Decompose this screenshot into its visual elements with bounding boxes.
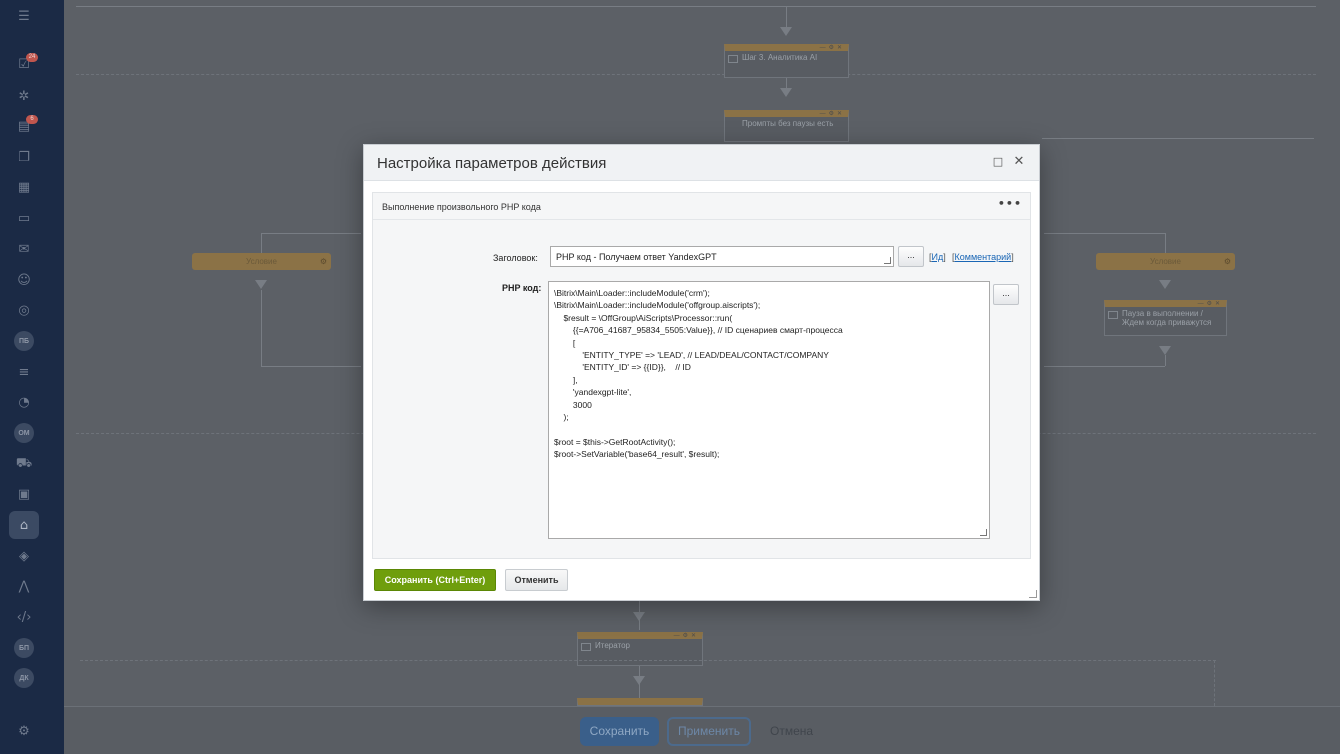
- dashed-separator: [76, 74, 1316, 75]
- dashed-separator: [1214, 660, 1215, 706]
- activity-label: Шаг 3. Аналитика AI: [742, 53, 818, 62]
- connector-line: [1165, 355, 1166, 366]
- flow-arrow: [255, 280, 267, 289]
- condition-label: Условие: [1150, 257, 1181, 266]
- connector-line: [1042, 138, 1314, 139]
- php-code-label: PHP код:: [502, 283, 542, 293]
- contacts-icon[interactable]: ☺: [14, 270, 34, 290]
- dialog-resize-icon[interactable]: [1029, 590, 1037, 598]
- comment-link-wrapper: [Комментарий]: [952, 252, 1014, 262]
- id-link[interactable]: Ид: [932, 252, 944, 262]
- left-sidebar: ☰ ☑ 24 ✲ ▤ 6 ❐ ▦ ▭ ✉ ☺ ◎ ПБ ≡ ◔ ОМ ⛟ ▣ ⌂…: [0, 0, 64, 754]
- sidebar-item-dk[interactable]: ДК: [14, 668, 34, 688]
- marketplace-icon[interactable]: ◈: [14, 546, 34, 566]
- condition-block[interactable]: Условие ⚙: [1096, 253, 1235, 270]
- drive-icon[interactable]: ▭: [14, 208, 34, 228]
- sidebar-item-bp[interactable]: БП: [14, 638, 34, 658]
- dialog-body: Выполнение произвольного PHP кода ••• За…: [372, 192, 1031, 559]
- php-code-editor[interactable]: \Bitrix\Main\Loader::includeModule('crm'…: [548, 281, 990, 539]
- shop-icon[interactable]: ⛟: [14, 454, 34, 474]
- flow-arrow: [1159, 346, 1171, 355]
- connector-line: [786, 78, 787, 88]
- crm-icon[interactable]: ▣: [14, 484, 34, 504]
- code-icon[interactable]: ‹/›: [14, 607, 34, 627]
- activity-block[interactable]: —⚙✕ Шаг 3. Аналитика AI: [724, 44, 849, 78]
- activity-label: Промпты без паузы есть: [742, 119, 834, 128]
- close-icon[interactable]: ✕: [1011, 154, 1027, 170]
- connector-line: [261, 290, 262, 366]
- analytics-icon[interactable]: ◔: [14, 392, 34, 412]
- more-options-icon[interactable]: •••: [998, 197, 1022, 210]
- code-dots-button[interactable]: ...: [993, 284, 1019, 305]
- feed-badge: 6: [26, 115, 38, 124]
- save-button[interactable]: Сохранить (Ctrl+Enter): [374, 569, 496, 591]
- activity-type-title: Выполнение произвольного PHP кода: [382, 202, 541, 212]
- cancel-button[interactable]: Отменить: [505, 569, 568, 591]
- maximize-icon[interactable]: □: [990, 154, 1006, 170]
- calendar-icon[interactable]: ▦: [14, 177, 34, 197]
- designer-save-button[interactable]: Сохранить: [580, 717, 659, 746]
- flow-arrow: [633, 612, 645, 621]
- bi-icon[interactable]: ⋀: [14, 576, 34, 596]
- sidebar-item-pb[interactable]: ПБ: [14, 331, 34, 351]
- sites-icon[interactable]: ◎: [14, 300, 34, 320]
- designer-footer: Сохранить Применить Отмена: [64, 706, 1340, 754]
- activity-icon: [581, 643, 591, 651]
- connector-line: [261, 366, 361, 367]
- connector-line: [786, 6, 787, 28]
- connector-line: [1165, 233, 1166, 253]
- activity-label: Пауза в выполнении / Ждем когда приважут…: [1122, 309, 1212, 327]
- condition-label: Условие: [246, 257, 277, 266]
- dialog-header[interactable]: Настройка параметров действия □ ✕: [364, 145, 1039, 181]
- activity-block[interactable]: [577, 698, 703, 706]
- automation-icon[interactable]: ⌂: [14, 515, 34, 535]
- comment-link[interactable]: Комментарий: [955, 252, 1012, 262]
- flow-arrow: [780, 27, 792, 36]
- chat-icon[interactable]: ❐: [14, 147, 34, 167]
- filter-icon[interactable]: ≡: [14, 362, 34, 382]
- dialog-title: Настройка параметров действия: [377, 155, 607, 172]
- mail-icon[interactable]: ✉: [14, 239, 34, 259]
- gear-icon[interactable]: ⚙: [1224, 253, 1231, 270]
- title-dots-button[interactable]: ...: [898, 246, 924, 267]
- flow-arrow: [780, 88, 792, 97]
- activity-block[interactable]: —⚙✕ Промпты без паузы есть: [724, 110, 849, 142]
- connector-line: [76, 6, 1316, 7]
- condition-block[interactable]: Условие ⚙: [192, 253, 331, 270]
- id-link-wrapper: [Ид]: [929, 252, 946, 262]
- connector-line: [261, 233, 361, 234]
- title-input[interactable]: [550, 246, 894, 267]
- connector-line: [1044, 233, 1165, 234]
- designer-apply-button[interactable]: Применить: [667, 717, 751, 746]
- title-label: Заголовок:: [493, 253, 538, 263]
- dashed-separator: [80, 660, 1216, 661]
- activity-block[interactable]: —⚙✕ Пауза в выполнении / Ждем когда прив…: [1104, 300, 1227, 336]
- settings-icon[interactable]: ✲: [14, 86, 34, 106]
- connector-line: [261, 233, 262, 253]
- activity-label: Итератор: [595, 641, 630, 650]
- flow-arrow: [1159, 280, 1171, 289]
- action-settings-dialog: Настройка параметров действия □ ✕ Выполн…: [363, 144, 1040, 601]
- tasks-badge: 24: [26, 53, 38, 62]
- connector-line: [1044, 366, 1165, 367]
- gear-icon[interactable]: ⚙: [320, 253, 327, 270]
- connector-line: [639, 666, 640, 698]
- activity-icon: [728, 55, 738, 63]
- designer-cancel-link[interactable]: Отмена: [770, 724, 813, 738]
- sidebar-item-om[interactable]: ОМ: [14, 423, 34, 443]
- activity-type-bar: Выполнение произвольного PHP кода •••: [373, 193, 1030, 220]
- menu-icon[interactable]: ☰: [14, 6, 34, 26]
- settings-gear-icon[interactable]: ⚙: [14, 721, 34, 741]
- activity-icon: [1108, 311, 1118, 319]
